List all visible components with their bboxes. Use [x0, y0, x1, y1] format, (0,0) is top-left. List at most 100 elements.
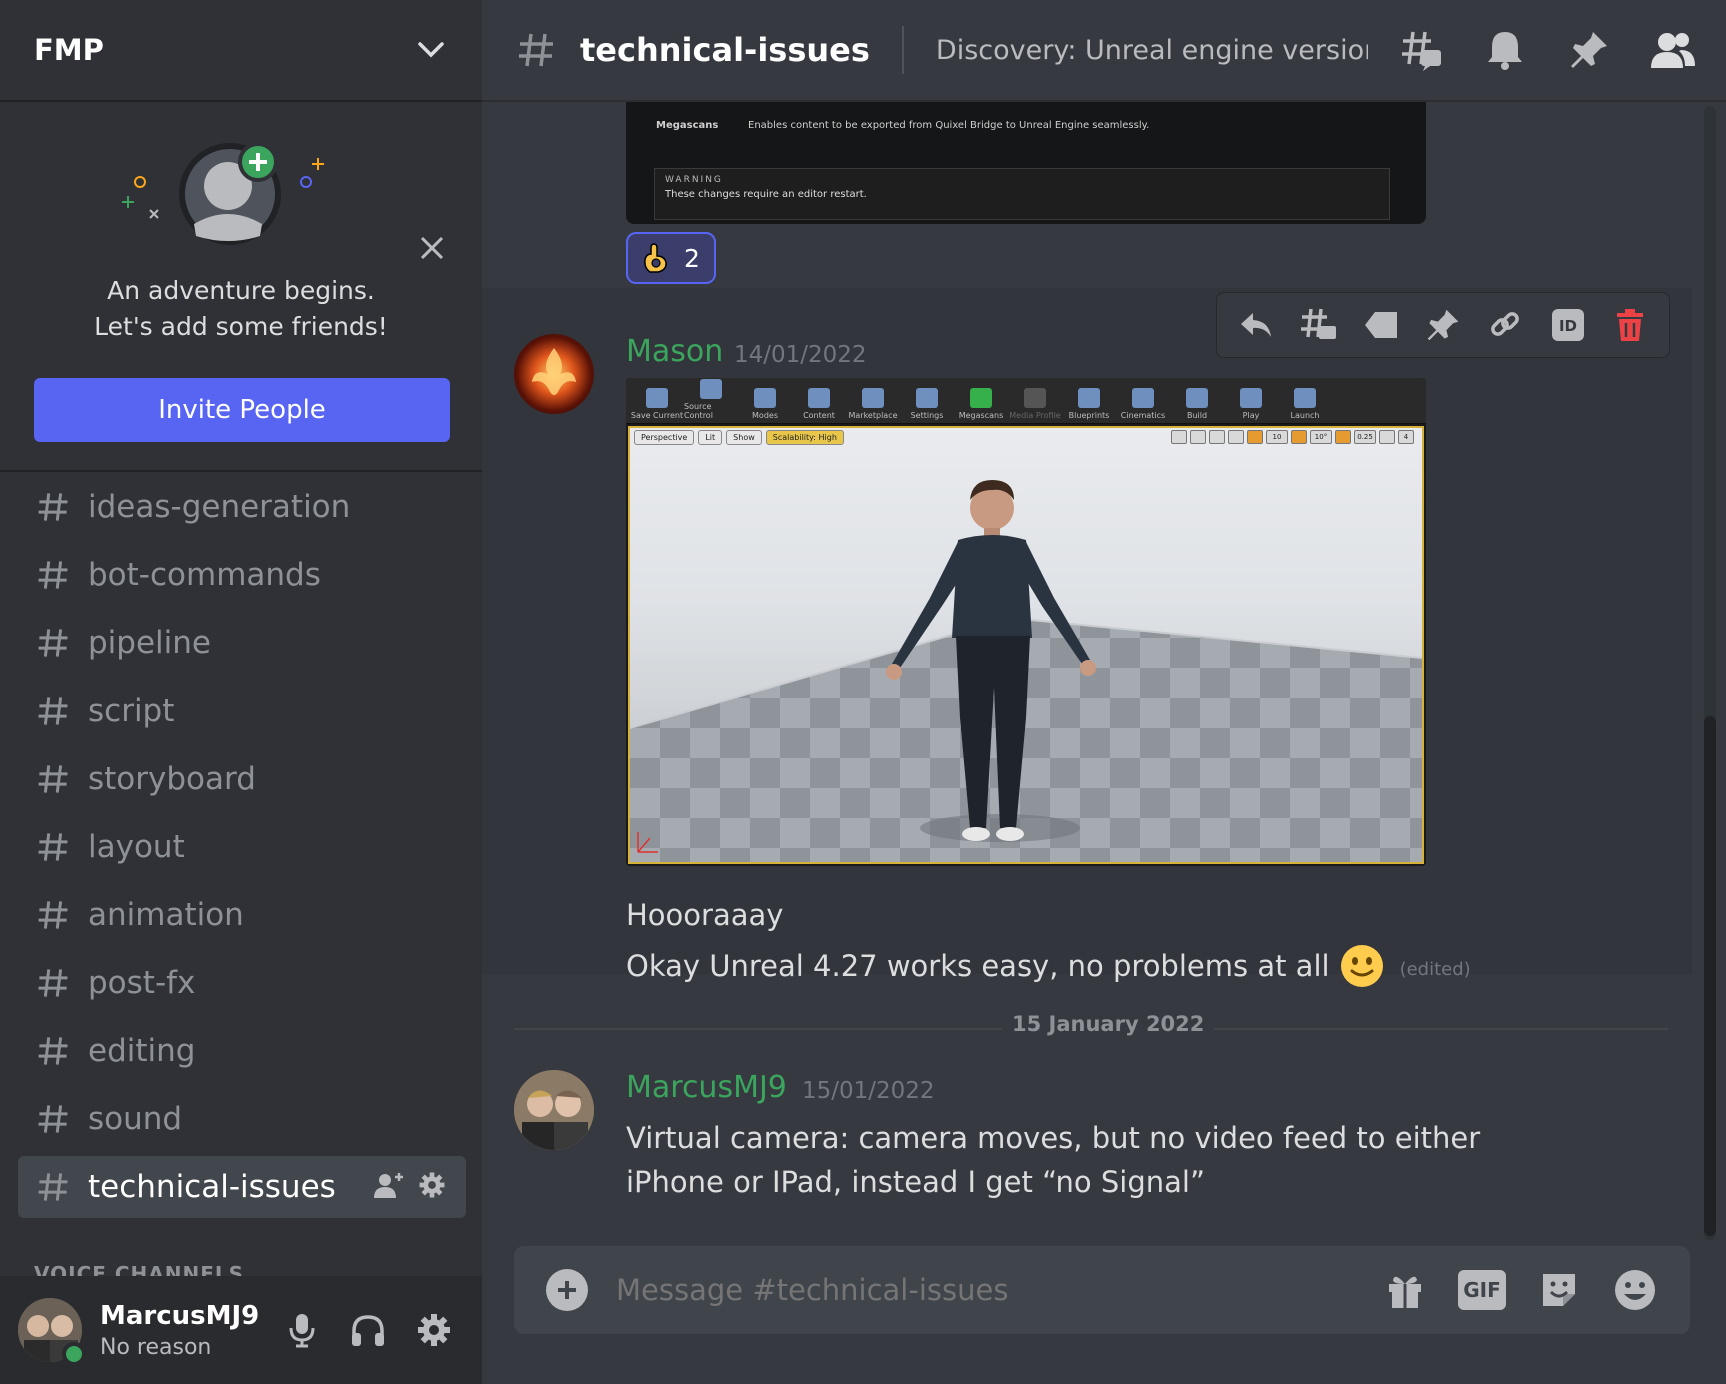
channel-item-bot-commands[interactable]: bot-commands	[18, 544, 466, 606]
copy-link-icon[interactable]	[1485, 305, 1525, 345]
svg-text:ID: ID	[1559, 317, 1577, 335]
channel-item-layout[interactable]: layout	[18, 816, 466, 878]
ue-toolbar-label: Build	[1186, 411, 1208, 420]
gift-icon[interactable]	[1382, 1267, 1428, 1313]
server-name: FMP	[34, 33, 104, 67]
pin-message-icon[interactable]	[1423, 305, 1463, 345]
notification-bell-icon[interactable]	[1482, 27, 1528, 73]
user-info[interactable]: MarcusMJ9 No reason	[100, 1301, 284, 1360]
main-chat-area: technical-issues Discovery: Unreal engin…	[482, 0, 1726, 1384]
channel-item-animation[interactable]: animation	[18, 884, 466, 946]
channel-actions	[374, 1171, 466, 1203]
channel-item-sound[interactable]: sound	[18, 1088, 466, 1150]
channel-item-technical-issues[interactable]: technical-issues	[18, 1156, 466, 1218]
ue-toolbar-label: Content	[803, 411, 835, 420]
emoji-picker-icon[interactable]	[1612, 1267, 1658, 1313]
hash-icon	[36, 1170, 70, 1204]
chevron-down-icon[interactable]	[414, 33, 448, 67]
custom-status: No reason	[100, 1334, 212, 1360]
hash-icon	[36, 762, 70, 796]
voice-channels-header[interactable]: VOICE CHANNELS	[34, 1262, 444, 1276]
plugin-label: Megascans	[656, 120, 719, 131]
ue-toolbar-button: Media Profile	[1008, 379, 1062, 423]
delete-trash-icon[interactable]	[1610, 305, 1650, 345]
ue-toolbar-button: Marketplace	[846, 379, 900, 423]
invite-people-button[interactable]: Invite People	[34, 378, 450, 442]
hash-icon	[36, 966, 70, 1000]
create-invite-icon[interactable]	[374, 1171, 404, 1203]
pin-icon[interactable]	[1566, 27, 1612, 73]
channel-item-storyboard[interactable]: storyboard	[18, 748, 466, 810]
channel-item-script[interactable]: script	[18, 680, 466, 742]
message-input[interactable]	[616, 1273, 1382, 1307]
warning-text: These changes require an editor restart.	[665, 189, 867, 200]
plugin-description: Enables content to be exported from Quix…	[748, 120, 1150, 131]
headphones-icon[interactable]	[350, 1312, 386, 1348]
unreal-editor-screenshot-attachment[interactable]: Save Current Source Control Modes Content Ma…	[626, 378, 1426, 866]
mark-unread-icon[interactable]	[1361, 305, 1401, 345]
add-attachment-plus-icon[interactable]	[546, 1269, 588, 1311]
avatar[interactable]	[18, 1298, 86, 1366]
hash-icon	[36, 1102, 70, 1136]
avatar-mason[interactable]	[514, 334, 594, 414]
channel-item-post-fx[interactable]: post-fx	[18, 952, 466, 1014]
ue-toolbar-label: Play	[1242, 411, 1260, 420]
channel-item-editing[interactable]: editing	[18, 1020, 466, 1082]
message-text-line: Okay Unreal 4.27 works easy, no problems…	[626, 944, 1471, 988]
settings-gear-icon[interactable]	[416, 1312, 452, 1348]
slightly-smiling-face-icon[interactable]	[1340, 944, 1384, 988]
hash-icon	[36, 490, 70, 524]
channel-item-pipeline[interactable]: pipeline	[18, 612, 466, 674]
member-list-icon[interactable]	[1650, 27, 1696, 73]
ue-toolbar-button: Cinematics	[1116, 379, 1170, 423]
channel-label: script	[88, 693, 175, 729]
gif-button[interactable]: GIF	[1458, 1270, 1506, 1310]
invite-heading-line2: Let's add some friends!	[94, 312, 388, 341]
ue-toolbar-button: Settings	[900, 379, 954, 423]
warning-box: WARNING These changes require an editor …	[654, 168, 1390, 220]
message-timestamp: 15/01/2022	[802, 1078, 935, 1104]
ue-toolbar-button: Save Current	[630, 379, 684, 423]
server-header[interactable]: FMP	[0, 0, 482, 102]
copy-id-icon[interactable]: ID	[1548, 305, 1588, 345]
ue-toolbar-label: Launch	[1290, 411, 1320, 420]
hash-icon	[36, 558, 70, 592]
user-controls	[284, 1312, 482, 1348]
channel-label: layout	[88, 829, 185, 865]
composer-icons: GIF	[1382, 1267, 1658, 1313]
username: MarcusMJ9	[100, 1300, 260, 1331]
microphone-icon[interactable]	[284, 1312, 320, 1348]
threads-icon[interactable]	[1398, 27, 1444, 73]
warning-title: WARNING	[665, 175, 723, 185]
create-thread-icon[interactable]	[1298, 305, 1338, 345]
reply-icon[interactable]	[1236, 305, 1276, 345]
message-text: Virtual camera: camera moves, but no vid…	[626, 1121, 1481, 1199]
ue-toolbar-label: Blueprints	[1068, 411, 1110, 420]
message-author[interactable]: Mason	[626, 334, 723, 369]
channel-item-ideas-generation[interactable]: ideas-generation	[18, 476, 466, 538]
message-author[interactable]: MarcusMJ9	[626, 1070, 787, 1105]
ue-toolbar-label: Save Current	[630, 411, 684, 420]
reaction-ok-hand[interactable]: 2	[626, 232, 716, 284]
scrollbar-thumb[interactable]	[1704, 716, 1716, 1236]
ue-tool-icon	[916, 388, 938, 408]
hash-icon	[516, 30, 556, 70]
ue-toolbar-button: Build	[1170, 379, 1224, 423]
channel-label: pipeline	[88, 625, 211, 661]
ok-hand-icon	[644, 243, 667, 273]
ue-scene-character	[630, 480, 1422, 862]
message-list: Megascans Enables content to be exported…	[482, 102, 1706, 1240]
channel-topbar: technical-issues Discovery: Unreal engin…	[482, 0, 1726, 102]
close-icon[interactable]	[412, 228, 452, 268]
reaction-count: 2	[684, 243, 700, 273]
ue-toolbar-label: Marketplace	[848, 411, 898, 420]
channel-settings-gear-icon[interactable]	[418, 1171, 446, 1203]
ue-tool-icon	[1240, 388, 1262, 408]
channel-topic[interactable]: Discovery: Unreal engine version: 4.25 .…	[936, 35, 1368, 66]
avatar-marcusmj9[interactable]	[514, 1070, 594, 1150]
sticker-icon[interactable]	[1536, 1267, 1582, 1313]
ue-toolbar-button: Launch	[1278, 379, 1332, 423]
previous-image-attachment[interactable]: Megascans Enables content to be exported…	[626, 102, 1426, 224]
ue-toolbar-label: Modes	[752, 411, 778, 420]
ue-toolbar-label: Megascans	[958, 411, 1004, 420]
